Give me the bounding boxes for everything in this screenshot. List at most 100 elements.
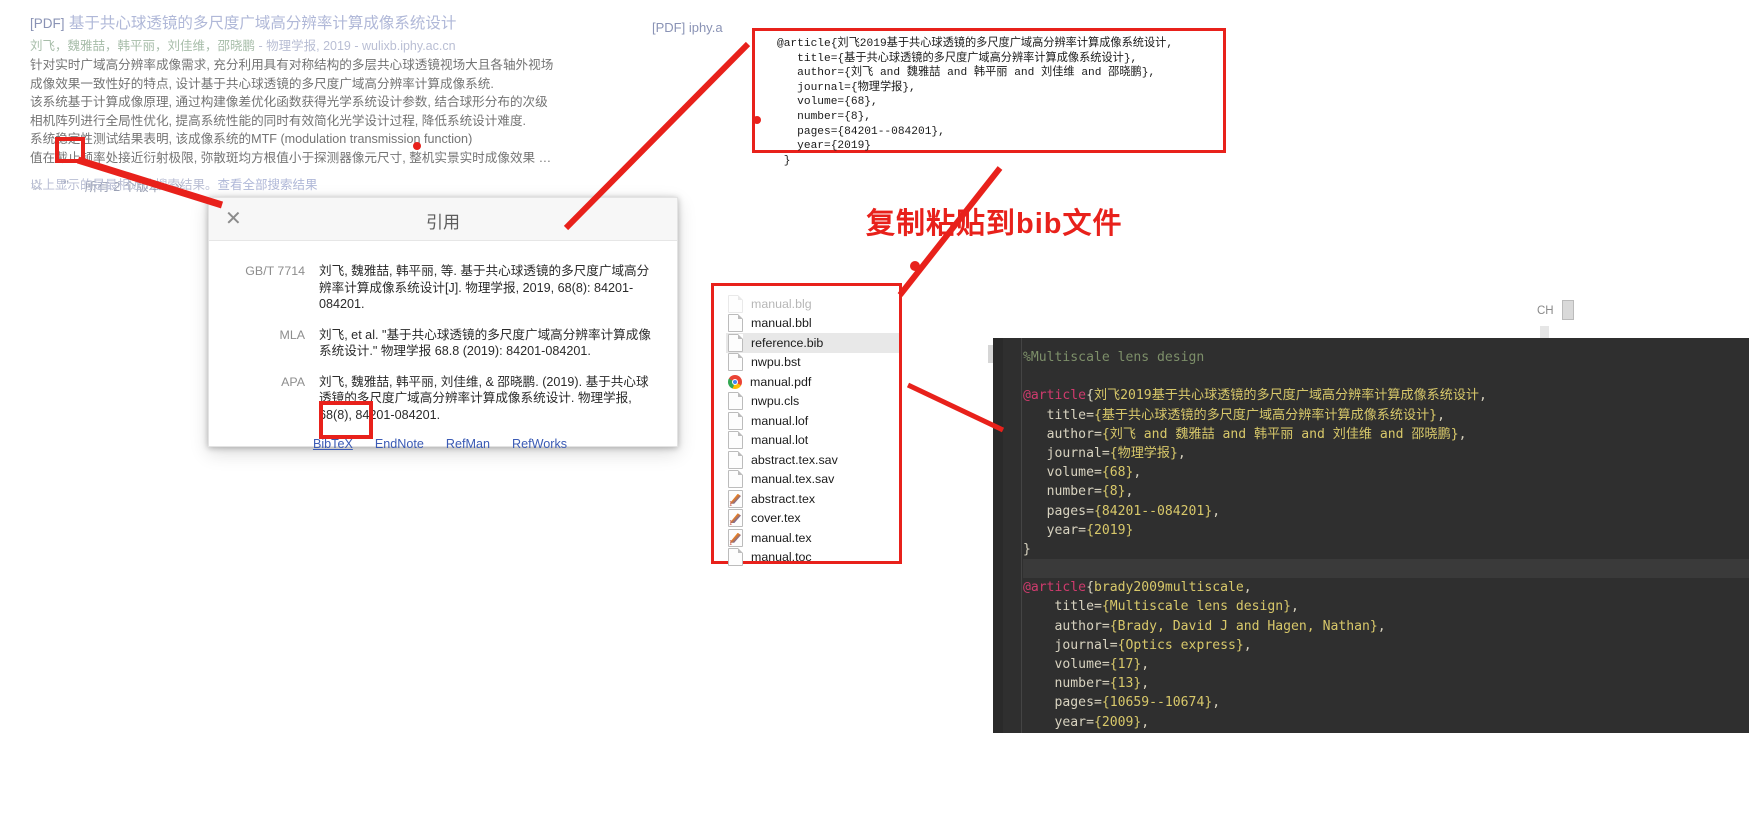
editor-token: author= [1023,426,1102,442]
editor-token: year= [1023,714,1094,730]
citation-entry: GB/T 7714 刘飞, 魏雅喆, 韩平丽, 等. 基于共心球透镜的多尺度广域… [229,263,651,313]
file-name-label: abstract.tex [751,491,816,506]
arrow-filelist-to-editor [906,382,1005,433]
file-list-item[interactable]: manual.pdf [726,372,899,392]
citation-text[interactable]: 刘飞, et al. "基于共心球透镜的多尺度广域高分辨率计算成像系统设计." … [319,327,651,360]
document-icon [728,431,743,450]
ime-status-box[interactable] [1562,300,1574,320]
editor-token: @article [1023,388,1087,404]
result-title-link[interactable]: 基于共心球透镜的多尺度广域高分辨率计算成像系统设计 [69,15,457,32]
editor-token: {84201--084201} [1093,503,1213,519]
editor-line: title={Multiscale lens design}, [1023,597,1749,616]
file-list-item[interactable]: abstract.tex [726,489,899,509]
editor-line: %Multiscale lens design [1023,348,1749,367]
editor-token: title= [1023,599,1102,615]
citation-dialog-body: GB/T 7714 刘飞, 魏雅喆, 韩平丽, 等. 基于共心球透镜的多尺度广域… [209,241,677,451]
document-icon [728,548,743,567]
annotation-dot [910,261,920,271]
file-list-item[interactable]: manual.blg [726,294,899,314]
ime-status-label: CH [1537,305,1554,317]
file-list-item[interactable]: manual.tex [726,528,899,548]
file-list-item[interactable]: manual.lof [726,411,899,431]
file-list-item[interactable]: manual.toc [726,548,899,568]
editor-token: @article [1023,580,1087,596]
bibtex-link-highlight-box [319,401,373,439]
refman-link[interactable]: RefMan [446,437,490,451]
editor-line: pages={84201--084201}, [1023,502,1749,521]
search-results-note: 以上显示的是最相近的搜索结果。查看全部搜索结果 [30,174,318,193]
editor-token: , [1243,637,1252,653]
editor-token: , [1212,503,1221,519]
citation-dialog: ✕ 引用 GB/T 7714 刘飞, 魏雅喆, 韩平丽, 等. 基于共心球透镜的… [208,197,678,451]
editor-content[interactable]: %Multiscale lens design @article{刘飞2019基… [993,338,1749,733]
editor-token: {8} [1101,484,1126,500]
document-icon [728,450,743,469]
editor-token: author= [1023,618,1110,634]
editor-token: {2019} [1086,522,1134,538]
tex-icon [728,509,743,528]
editor-token: {Optics express} [1117,637,1244,653]
file-list-item[interactable]: manual.tex.sav [726,470,899,490]
bibtex-output-text[interactable]: @article{刘飞2019基于共心球透镜的多尺度广域高分辨率计算成像系统设计… [755,31,1223,168]
file-name-label: manual.lot [751,433,809,448]
result-meta: 刘飞，魏雅喆，韩平丽，刘佳维，邵晓鹏 - 物理学报, 2019 - wulixb… [30,38,670,55]
editor-line: year={2019} [1023,521,1749,540]
file-name-label: manual.blg [751,296,812,311]
file-explorer-panel: manual.blg manual.bbl reference.bib nwpu.bs… [711,283,902,567]
file-list: manual.blg manual.bbl reference.bib nwpu.bs… [714,286,899,567]
file-list-item[interactable]: abstract.tex.sav [726,450,899,470]
result-authors[interactable]: 刘飞，魏雅喆，韩平丽，刘佳维，邵晓鹏 [30,39,255,53]
editor-line: number={13}, [1023,674,1749,693]
editor-token: {10659--10674} [1101,695,1213,711]
file-list-item[interactable]: reference.bib [726,333,899,353]
document-icon [728,294,743,313]
editor-token: , [1125,484,1134,500]
quote-icon-highlight-box [55,137,85,163]
file-list-item[interactable]: nwpu.cls [726,392,899,412]
editor-code-text[interactable]: %Multiscale lens design @article{刘飞2019基… [1023,348,1749,733]
result-title-row[interactable]: [PDF] 基于共心球透镜的多尺度广域高分辨率计算成像系统设计 [30,14,670,34]
citation-text[interactable]: 刘飞, 魏雅喆, 韩平丽, 等. 基于共心球透镜的多尺度广域高分辨率计算成像系统… [319,263,651,313]
file-name-label: nwpu.bst [751,355,801,370]
editor-line: pages={10659--10674}, [1023,693,1749,712]
tex-icon [728,528,743,547]
editor-token: brady2009multiscale [1093,580,1244,596]
editor-line: number={8}, [1023,482,1749,501]
editor-token: , [1133,465,1142,481]
scholar-search-result: [PDF] 基于共心球透镜的多尺度广域高分辨率计算成像系统设计 刘飞，魏雅喆，韩… [30,14,670,195]
citation-dialog-header: ✕ 引用 [209,198,677,241]
editor-token: , [1377,618,1386,634]
editor-token: year= [1023,522,1087,538]
snippet-line: 成像效果一致性好的特点, 设计基于共心球透镜的多尺度广域高分辨率计算成像系统. [30,76,494,91]
editor-line [1023,559,1749,579]
editor-token: {基于共心球透镜的多尺度广域高分辨率计算成像系统设计} [1093,407,1438,423]
editor-line: } [1023,540,1749,559]
editor-line: author={刘飞 and 魏雅喆 and 韩平丽 and 刘佳维 and 邵… [1023,425,1749,444]
file-list-item[interactable]: nwpu.bst [726,353,899,373]
file-list-item[interactable]: manual.lot [726,431,899,451]
editor-token: journal= [1023,445,1110,461]
file-name-label: manual.lof [751,413,809,428]
editor-token: volume= [1023,465,1102,481]
editor-token: {17} [1109,657,1142,672]
citation-style-label: APA [281,374,305,389]
editor-token: {2009} [1093,714,1142,730]
citation-style-label: GB/T 7714 [245,264,305,278]
view-all-results-link[interactable]: 查看全部搜索结果 [218,178,318,192]
file-list-item[interactable]: cover.tex [726,509,899,529]
refworks-link[interactable]: RefWorks [512,437,567,451]
editor-line: journal={Optics express}, [1023,636,1749,655]
endnote-link[interactable]: EndNote [375,437,424,451]
editor-token: { [1086,388,1094,404]
editor-line: journal={物理学报}, [1023,444,1749,463]
code-editor[interactable]: %Multiscale lens design @article{刘飞2019基… [993,338,1749,733]
result-source: - 物理学报, 2019 - wulixb.iphy.ac.cn [255,39,456,53]
editor-token: , [1212,695,1221,711]
file-name-label: manual.bbl [751,316,812,331]
document-icon [728,353,743,372]
bibtex-link[interactable]: BibTeX [313,437,353,451]
citation-style-label: MLA [279,327,305,342]
file-list-item[interactable]: manual.bbl [726,314,899,334]
editor-token: {刘飞 and 魏雅喆 and 韩平丽 and 刘佳维 and 邵晓鹏} [1101,426,1459,442]
editor-line: @article{brady2009multiscale, [1023,578,1749,597]
